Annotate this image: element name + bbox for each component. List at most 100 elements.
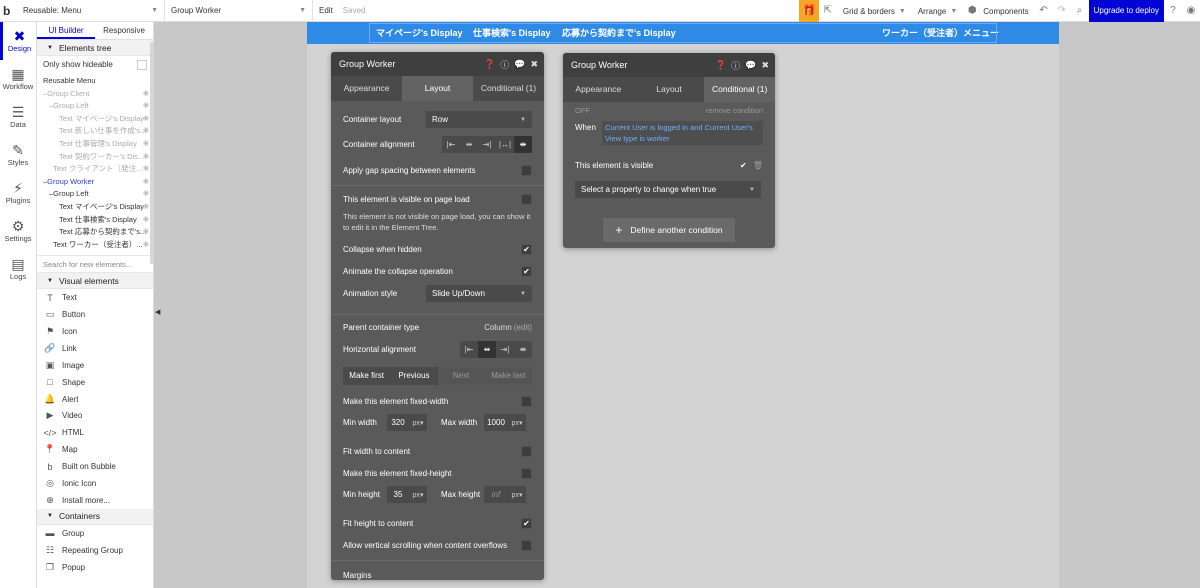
animation-style-dropdown[interactable]: Slide Up/Down ▼ <box>426 285 532 302</box>
edit-menu[interactable]: Edit <box>319 6 333 15</box>
min-width-unit[interactable]: px▾ <box>409 419 427 427</box>
tree-item[interactable]: Text 仕事検索's Display ◉ <box>37 214 153 227</box>
info-icon[interactable]: ⓘ <box>731 59 740 72</box>
close-icon[interactable]: ✖ <box>530 59 538 70</box>
parent-type-edit-link[interactable]: (edit) <box>514 323 532 332</box>
nav-data[interactable]: ☰ Data <box>0 98 36 136</box>
upgrade-button[interactable]: Upgrade to deploy <box>1088 0 1164 22</box>
page-select[interactable]: Reusable: Menu ▼ <box>17 0 165 22</box>
element-search-input[interactable] <box>43 259 147 269</box>
eye-icon[interactable]: ◉ <box>143 176 149 189</box>
tree-item[interactable]: Text マイページ's Display ◉ <box>37 201 153 214</box>
eye-icon[interactable]: ◉ <box>143 214 149 227</box>
eye-icon[interactable]: ◉ <box>143 163 149 176</box>
fit-height-checkbox[interactable]: ✔ <box>521 518 532 529</box>
property-select-dropdown[interactable]: Select a property to change when true ▼ <box>575 181 761 198</box>
element-palette-item[interactable]: ▣ Image <box>37 357 153 374</box>
gap-checkbox[interactable] <box>521 165 532 176</box>
tab-layout[interactable]: Layout <box>402 76 473 101</box>
grid-borders-menu[interactable]: Grid & borders ▼ <box>837 0 912 22</box>
element-palette-item[interactable]: □ Shape <box>37 374 153 391</box>
tab-ui-builder[interactable]: UI Builder <box>37 22 95 39</box>
element-palette-item[interactable]: 🔗 Link <box>37 340 153 357</box>
editor-title-bar[interactable]: Group Worker ❓ ⓘ 💬 ✖ <box>563 53 775 77</box>
components-button[interactable]: Components <box>981 0 1034 22</box>
trash-icon[interactable]: 🗑 <box>753 161 763 170</box>
collapse-checkbox[interactable]: ✔ <box>521 244 532 255</box>
fixed-height-checkbox[interactable] <box>521 468 532 479</box>
eye-icon[interactable]: ◉ <box>143 88 149 101</box>
element-palette-item[interactable]: ◎ Ionic Icon <box>37 475 153 492</box>
define-condition-button[interactable]: + Define another condition <box>603 218 735 242</box>
animate-checkbox[interactable]: ✔ <box>521 266 532 277</box>
element-palette-item[interactable]: T Text <box>37 289 153 306</box>
element-palette-item[interactable]: ▶ Video <box>37 408 153 425</box>
tree-item[interactable]: Text マイページ's Display ◉ <box>37 113 153 126</box>
align-right-icon[interactable]: ⇥| <box>478 136 496 153</box>
condition-off-toggle[interactable]: OFF <box>575 106 706 115</box>
tree-item[interactable]: –Group Left ◉ <box>37 188 153 201</box>
search-icon[interactable]: ⌕ <box>1071 0 1089 22</box>
eye-icon[interactable]: ◉ <box>143 201 149 214</box>
nav-workflow[interactable]: ▦ Workflow <box>0 60 36 98</box>
eye-icon[interactable]: ◉ <box>143 151 149 164</box>
comment-icon[interactable]: 💬 <box>514 59 525 70</box>
condition-expression[interactable]: Current User is logged in and Current Us… <box>602 121 763 145</box>
tree-item[interactable]: Text クライアント（発注... ◉ <box>37 163 153 176</box>
tree-item[interactable]: Text ワーカー（受注者）... ◉ <box>37 239 153 252</box>
elements-panel-scrollbar[interactable] <box>150 42 154 264</box>
nav-plugins[interactable]: ⚡ Plugins <box>0 174 36 212</box>
visible-checkbox[interactable] <box>521 194 532 205</box>
element-select[interactable]: Group Worker ▼ <box>165 0 313 22</box>
fit-width-checkbox[interactable] <box>521 446 532 457</box>
containers-header[interactable]: ▼ Containers <box>37 508 153 525</box>
close-icon[interactable]: ✖ <box>761 60 769 71</box>
tab-conditional[interactable]: Conditional (1) <box>704 77 776 102</box>
h-align-left-icon[interactable]: |⇤ <box>460 341 478 358</box>
element-palette-item[interactable]: ▬ Group <box>37 525 153 542</box>
max-width-unit[interactable]: px▾ <box>508 419 526 427</box>
min-height-input[interactable]: 35 px▾ <box>387 486 427 503</box>
visual-elements-header[interactable]: ▼ Visual elements <box>37 273 153 290</box>
element-palette-item[interactable]: ❐ Popup <box>37 559 153 576</box>
eye-icon[interactable]: ◉ <box>143 100 149 113</box>
redo-icon[interactable]: ↷ <box>1053 0 1071 22</box>
info-icon[interactable]: ⓘ <box>500 58 509 71</box>
min-height-unit[interactable]: px▾ <box>409 491 427 499</box>
h-align-stretch-icon[interactable]: ⇼ <box>514 341 532 358</box>
max-height-unit[interactable]: px▾ <box>508 491 526 499</box>
editor-title-bar[interactable]: Group Worker ❓ ⓘ 💬 ✖ <box>331 52 544 76</box>
only-hideable-checkbox[interactable] <box>137 59 147 70</box>
eye-icon[interactable]: ◉ <box>143 188 149 201</box>
min-width-input[interactable]: 320 px▾ <box>387 414 427 431</box>
align-space-between-icon[interactable]: |↔| <box>496 136 514 153</box>
nav-logs[interactable]: ▤ Logs <box>0 250 36 288</box>
property-visible-checkbox[interactable]: ✔ <box>738 160 749 171</box>
help-icon[interactable]: ? <box>1164 0 1182 22</box>
tree-item[interactable]: –Group Client ◉ <box>37 88 153 101</box>
element-palette-item[interactable]: ☷ Repeating Group <box>37 542 153 559</box>
element-palette-item[interactable]: ⚑ Icon <box>37 323 153 340</box>
tab-appearance[interactable]: Appearance <box>331 76 402 101</box>
h-align-center-icon[interactable]: ⇹ <box>478 341 496 358</box>
element-palette-item[interactable]: ▭ Button <box>37 306 153 323</box>
tab-layout[interactable]: Layout <box>634 77 705 102</box>
nav-design[interactable]: ✖ Design <box>0 22 36 60</box>
max-height-input[interactable]: inf px▾ <box>484 486 526 503</box>
tab-conditional[interactable]: Conditional (1) <box>473 76 544 101</box>
remove-condition-link[interactable]: remove condition <box>706 106 763 115</box>
help-icon[interactable]: ❓ <box>715 60 726 71</box>
nav-styles[interactable]: ✎ Styles <box>0 136 36 174</box>
previous-button[interactable]: Previous <box>390 367 438 385</box>
tree-item[interactable]: Text 契約ワーカー's Dis... ◉ <box>37 151 153 164</box>
align-center-icon[interactable]: ⇹ <box>460 136 478 153</box>
element-palette-item[interactable]: </> HTML <box>37 424 153 441</box>
tree-item[interactable]: Text 仕事管理's Display ◉ <box>37 138 153 151</box>
element-palette-item[interactable]: ⊕ Install more... <box>37 492 153 509</box>
eye-icon[interactable]: ◉ <box>143 138 149 151</box>
element-palette-item[interactable]: b Built on Bubble <box>37 458 153 475</box>
eye-icon[interactable]: ◉ <box>143 125 149 138</box>
help-icon[interactable]: ❓ <box>484 59 495 70</box>
tree-item[interactable]: Text 新しい仕事を作成's... ◉ <box>37 125 153 138</box>
make-first-button[interactable]: Make first <box>343 367 391 385</box>
